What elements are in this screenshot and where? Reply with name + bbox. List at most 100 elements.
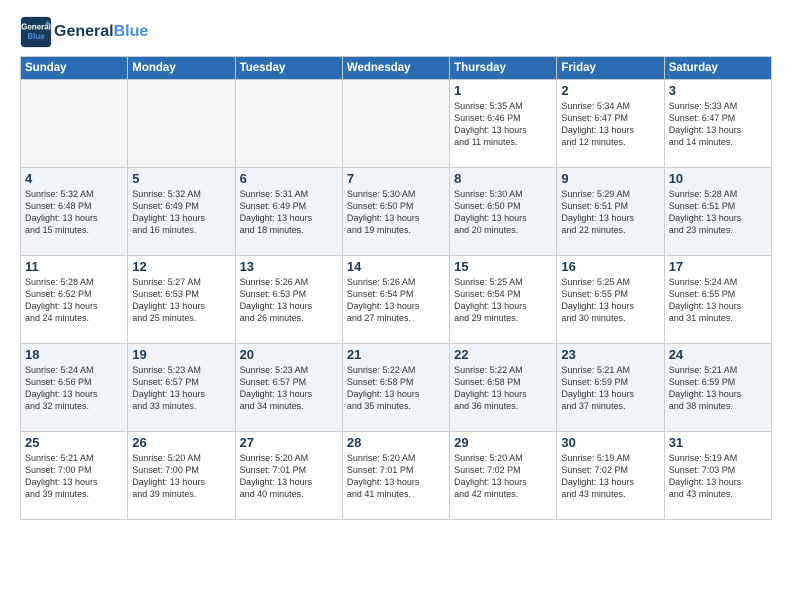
day-number: 24 xyxy=(669,347,767,362)
day-number: 8 xyxy=(454,171,552,186)
page: General Blue GeneralBlue SundayMondayTue… xyxy=(0,0,792,612)
calendar-cell: 20 Sunrise: 5:23 AM Sunset: 6:57 PM Dayli… xyxy=(235,344,342,432)
cell-content: Sunrise: 5:31 AM Sunset: 6:49 PM Dayligh… xyxy=(240,188,338,237)
weekday-header-tuesday: Tuesday xyxy=(235,57,342,80)
cell-content: Sunrise: 5:20 AM Sunset: 7:01 PM Dayligh… xyxy=(240,452,338,501)
calendar-cell: 31 Sunrise: 5:19 AM Sunset: 7:03 PM Dayli… xyxy=(664,432,771,520)
calendar-week-row: 18Sunrise: 5:24 AM Sunset: 6:56 PM Dayli… xyxy=(21,344,772,432)
calendar-cell: 11 Sunrise: 5:28 AM Sunset: 6:52 PM Dayli… xyxy=(21,256,128,344)
calendar-cell xyxy=(342,80,449,168)
day-number: 31 xyxy=(669,435,767,450)
header: General Blue GeneralBlue xyxy=(20,16,772,48)
weekday-header-thursday: Thursday xyxy=(450,57,557,80)
calendar-cell: 6 Sunrise: 5:31 AM Sunset: 6:49 PM Daylig… xyxy=(235,168,342,256)
calendar-table: SundayMondayTuesdayWednesdayThursdayFrid… xyxy=(20,56,772,520)
weekday-header-saturday: Saturday xyxy=(664,57,771,80)
day-number: 21 xyxy=(347,347,445,362)
weekday-header-monday: Monday xyxy=(128,57,235,80)
weekday-header-friday: Friday xyxy=(557,57,664,80)
calendar-cell: 9 Sunrise: 5:29 AM Sunset: 6:51 PM Daylig… xyxy=(557,168,664,256)
calendar-cell: 7Sunrise: 5:30 AM Sunset: 6:50 PM Daylig… xyxy=(342,168,449,256)
weekday-header-sunday: Sunday xyxy=(21,57,128,80)
day-number: 17 xyxy=(669,259,767,274)
calendar-cell: 22 Sunrise: 5:22 AM Sunset: 6:58 PM Dayli… xyxy=(450,344,557,432)
day-number: 13 xyxy=(240,259,338,274)
day-number: 6 xyxy=(240,171,338,186)
calendar-cell: 24Sunrise: 5:21 AM Sunset: 6:59 PM Dayli… xyxy=(664,344,771,432)
calendar-cell: 18Sunrise: 5:24 AM Sunset: 6:56 PM Dayli… xyxy=(21,344,128,432)
day-number: 28 xyxy=(347,435,445,450)
calendar-cell: 13 Sunrise: 5:26 AM Sunset: 6:53 PM Dayli… xyxy=(235,256,342,344)
calendar-cell: 19 Sunrise: 5:23 AM Sunset: 6:57 PM Dayli… xyxy=(128,344,235,432)
calendar-week-row: 4 Sunrise: 5:32 AM Sunset: 6:48 PM Daylig… xyxy=(21,168,772,256)
svg-text:Blue: Blue xyxy=(27,32,45,41)
cell-content: Sunrise: 5:26 AM Sunset: 6:53 PM Dayligh… xyxy=(240,276,338,325)
calendar-cell: 14 Sunrise: 5:26 AM Sunset: 6:54 PM Dayli… xyxy=(342,256,449,344)
calendar-cell: 30 Sunrise: 5:19 AM Sunset: 7:02 PM Dayli… xyxy=(557,432,664,520)
day-number: 7 xyxy=(347,171,445,186)
cell-content: Sunrise: 5:25 AM Sunset: 6:55 PM Dayligh… xyxy=(561,276,659,325)
cell-content: Sunrise: 5:26 AM Sunset: 6:54 PM Dayligh… xyxy=(347,276,445,325)
weekday-header-row: SundayMondayTuesdayWednesdayThursdayFrid… xyxy=(21,57,772,80)
calendar-cell: 10 Sunrise: 5:28 AM Sunset: 6:51 PM Dayli… xyxy=(664,168,771,256)
cell-content: Sunrise: 5:22 AM Sunset: 6:58 PM Dayligh… xyxy=(347,364,445,413)
day-number: 23 xyxy=(561,347,659,362)
cell-content: Sunrise: 5:22 AM Sunset: 6:58 PM Dayligh… xyxy=(454,364,552,413)
calendar-cell xyxy=(128,80,235,168)
day-number: 9 xyxy=(561,171,659,186)
day-number: 25 xyxy=(25,435,123,450)
cell-content: Sunrise: 5:23 AM Sunset: 6:57 PM Dayligh… xyxy=(132,364,230,413)
calendar-cell: 23 Sunrise: 5:21 AM Sunset: 6:59 PM Dayli… xyxy=(557,344,664,432)
cell-content: Sunrise: 5:32 AM Sunset: 6:48 PM Dayligh… xyxy=(25,188,123,237)
cell-content: Sunrise: 5:28 AM Sunset: 6:52 PM Dayligh… xyxy=(25,276,123,325)
day-number: 22 xyxy=(454,347,552,362)
calendar-cell: 12 Sunrise: 5:27 AM Sunset: 6:53 PM Dayli… xyxy=(128,256,235,344)
day-number: 1 xyxy=(454,83,552,98)
calendar-cell: 5 Sunrise: 5:32 AM Sunset: 6:49 PM Daylig… xyxy=(128,168,235,256)
day-number: 26 xyxy=(132,435,230,450)
calendar-cell: 16 Sunrise: 5:25 AM Sunset: 6:55 PM Dayli… xyxy=(557,256,664,344)
cell-content: Sunrise: 5:19 AM Sunset: 7:03 PM Dayligh… xyxy=(669,452,767,501)
day-number: 20 xyxy=(240,347,338,362)
calendar-cell: 29 Sunrise: 5:20 AM Sunset: 7:02 PM Dayli… xyxy=(450,432,557,520)
cell-content: Sunrise: 5:21 AM Sunset: 7:00 PM Dayligh… xyxy=(25,452,123,501)
day-number: 29 xyxy=(454,435,552,450)
cell-content: Sunrise: 5:20 AM Sunset: 7:01 PM Dayligh… xyxy=(347,452,445,501)
cell-content: Sunrise: 5:30 AM Sunset: 6:50 PM Dayligh… xyxy=(454,188,552,237)
day-number: 19 xyxy=(132,347,230,362)
calendar-week-row: 1 Sunrise: 5:35 AM Sunset: 6:46 PM Daylig… xyxy=(21,80,772,168)
cell-content: Sunrise: 5:29 AM Sunset: 6:51 PM Dayligh… xyxy=(561,188,659,237)
calendar-cell: 3Sunrise: 5:33 AM Sunset: 6:47 PM Daylig… xyxy=(664,80,771,168)
day-number: 30 xyxy=(561,435,659,450)
day-number: 4 xyxy=(25,171,123,186)
cell-content: Sunrise: 5:25 AM Sunset: 6:54 PM Dayligh… xyxy=(454,276,552,325)
cell-content: Sunrise: 5:20 AM Sunset: 7:00 PM Dayligh… xyxy=(132,452,230,501)
cell-content: Sunrise: 5:21 AM Sunset: 6:59 PM Dayligh… xyxy=(561,364,659,413)
calendar-cell xyxy=(235,80,342,168)
calendar-cell: 25 Sunrise: 5:21 AM Sunset: 7:00 PM Dayli… xyxy=(21,432,128,520)
cell-content: Sunrise: 5:20 AM Sunset: 7:02 PM Dayligh… xyxy=(454,452,552,501)
calendar-cell: 21 Sunrise: 5:22 AM Sunset: 6:58 PM Dayli… xyxy=(342,344,449,432)
calendar-cell: 28 Sunrise: 5:20 AM Sunset: 7:01 PM Dayli… xyxy=(342,432,449,520)
calendar-cell: 27Sunrise: 5:20 AM Sunset: 7:01 PM Dayli… xyxy=(235,432,342,520)
day-number: 12 xyxy=(132,259,230,274)
calendar-cell: 4 Sunrise: 5:32 AM Sunset: 6:48 PM Daylig… xyxy=(21,168,128,256)
cell-content: Sunrise: 5:35 AM Sunset: 6:46 PM Dayligh… xyxy=(454,100,552,149)
day-number: 11 xyxy=(25,259,123,274)
cell-content: Sunrise: 5:32 AM Sunset: 6:49 PM Dayligh… xyxy=(132,188,230,237)
calendar-cell: 1 Sunrise: 5:35 AM Sunset: 6:46 PM Daylig… xyxy=(450,80,557,168)
day-number: 16 xyxy=(561,259,659,274)
cell-content: Sunrise: 5:19 AM Sunset: 7:02 PM Dayligh… xyxy=(561,452,659,501)
day-number: 15 xyxy=(454,259,552,274)
logo: General Blue GeneralBlue xyxy=(20,16,148,48)
day-number: 5 xyxy=(132,171,230,186)
calendar-week-row: 25 Sunrise: 5:21 AM Sunset: 7:00 PM Dayli… xyxy=(21,432,772,520)
day-number: 2 xyxy=(561,83,659,98)
logo-text: GeneralBlue xyxy=(54,23,148,41)
day-number: 10 xyxy=(669,171,767,186)
day-number: 14 xyxy=(347,259,445,274)
calendar-week-row: 11 Sunrise: 5:28 AM Sunset: 6:52 PM Dayli… xyxy=(21,256,772,344)
cell-content: Sunrise: 5:28 AM Sunset: 6:51 PM Dayligh… xyxy=(669,188,767,237)
cell-content: Sunrise: 5:23 AM Sunset: 6:57 PM Dayligh… xyxy=(240,364,338,413)
cell-content: Sunrise: 5:27 AM Sunset: 6:53 PM Dayligh… xyxy=(132,276,230,325)
